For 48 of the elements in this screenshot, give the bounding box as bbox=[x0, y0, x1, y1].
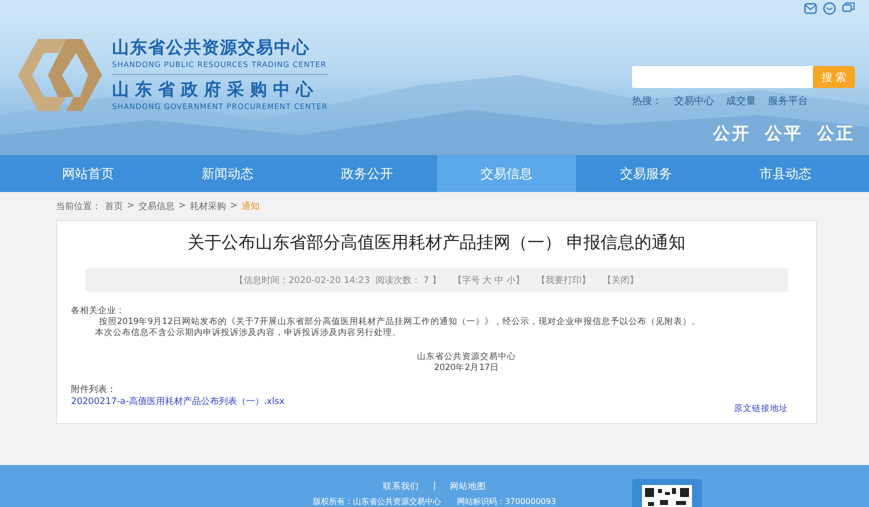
signature-line: 2020年2月17日 bbox=[433, 363, 500, 374]
slogan: 公开 bbox=[713, 123, 751, 145]
hot-search-label: 热搜： bbox=[632, 94, 662, 108]
logo-icon bbox=[18, 36, 102, 112]
search-field[interactable] bbox=[632, 66, 813, 88]
breadcrumb-link[interactable]: 交易信息 bbox=[138, 200, 175, 212]
footer-info: 版权所有：山东省公共资源交易中心 bbox=[313, 496, 442, 507]
nav-tab[interactable]: 市县动态 bbox=[716, 155, 855, 192]
hot-search-link[interactable]: 服务平台 bbox=[768, 94, 808, 108]
article-paragraph: 按照2019年9月12日网站发布的《关于7开展山东省部分高值医用耗材产品挂网工作的通知（一）》，经公示，现对企业申报信息予以公布（见附表）。 bbox=[98, 317, 702, 328]
qr-code-drawing bbox=[632, 479, 702, 507]
article-action[interactable]: 【关闭】 bbox=[602, 274, 638, 286]
attachments-label: 附件列表： bbox=[71, 384, 117, 396]
attachment-link[interactable]: 20200217-a-高值医用耗材产品公布列表（一）.xlsx bbox=[71, 397, 285, 407]
search-button[interactable]: 搜 索 bbox=[813, 66, 855, 88]
slogan: 公正 bbox=[817, 123, 855, 145]
article-action[interactable]: 【我要打印】 bbox=[536, 274, 590, 286]
org-name: 山东省公共资源交易中心 bbox=[112, 37, 311, 59]
nav-tab[interactable]: 新闻动态 bbox=[158, 155, 297, 192]
footer-link[interactable]: 网站地图 bbox=[450, 481, 486, 493]
nav-tab[interactable]: 交易服务 bbox=[576, 155, 716, 192]
footer-separator: | bbox=[433, 481, 436, 493]
center-name: 山东省政府采购中心 bbox=[112, 79, 320, 101]
signature-line: 山东省公共资源交易中心 bbox=[416, 352, 517, 363]
salutation: 各相关企业： bbox=[71, 306, 126, 317]
breadcrumb-link[interactable]: 耗材采购 bbox=[190, 200, 226, 212]
nav-tab[interactable]: 政务公开 bbox=[297, 155, 436, 192]
breadcrumb-separator: > bbox=[178, 201, 186, 211]
message-icon[interactable] bbox=[842, 2, 855, 15]
breadcrumb-separator: > bbox=[127, 201, 135, 211]
breadcrumb-label: 当前位置： bbox=[56, 200, 101, 212]
nav-tab[interactable]: 网站首页 bbox=[18, 155, 158, 192]
nav-tab[interactable]: 交易信息 bbox=[436, 155, 576, 192]
hot-search-link[interactable]: 成交量 bbox=[726, 94, 756, 108]
article-paragraph: 本次公布信息不含公示期内申诉投诉涉及内容，申诉投诉涉及内容另行处理。 bbox=[94, 328, 402, 339]
source-link[interactable]: 原文链接地址 bbox=[734, 403, 788, 415]
slogan: 公平 bbox=[765, 123, 803, 145]
breadcrumb-link[interactable]: 通知 bbox=[242, 200, 260, 212]
footer-link[interactable]: 联系我们 bbox=[383, 481, 420, 493]
breadcrumb-link[interactable]: 首页 bbox=[105, 200, 123, 212]
article-title: 关于公布山东省部分高值医用耗材产品挂网（一） 申报信息的通知 bbox=[186, 232, 687, 254]
article-action[interactable]: 【字号 大 中 小】 bbox=[452, 274, 524, 286]
article-info: 【信息时间：2020-02-20 14:23 阅读次数： 7 】 bbox=[234, 274, 441, 286]
chat-icon[interactable] bbox=[823, 2, 836, 15]
hot-search-link[interactable]: 交易中心 bbox=[674, 94, 714, 108]
mail-icon[interactable] bbox=[804, 2, 817, 15]
footer-info: 网站标识码：3700000093 bbox=[457, 496, 556, 507]
breadcrumb-separator: > bbox=[230, 201, 238, 211]
